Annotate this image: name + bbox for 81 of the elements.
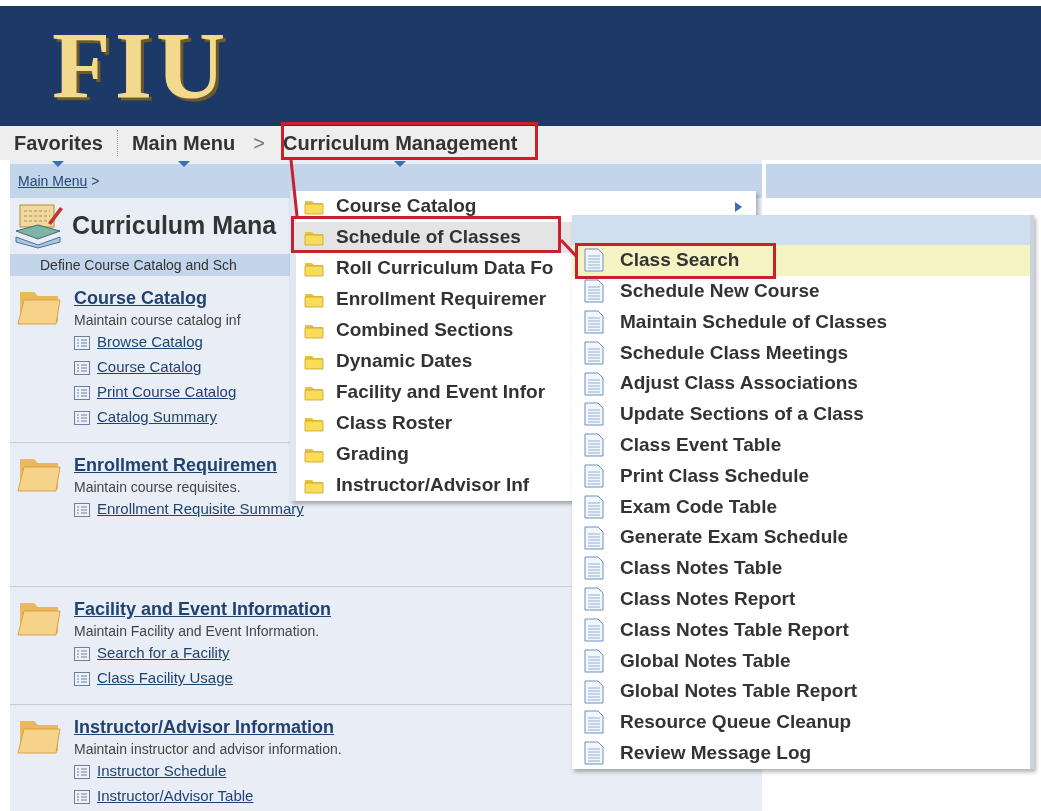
section-description: Maintain course catalog inf — [74, 311, 241, 330]
section-link[interactable]: Class Facility Usage — [97, 667, 233, 690]
folder-icon — [304, 353, 324, 370]
section-title-link[interactable]: Instructor/Advisor Information — [74, 715, 342, 739]
folder-icon — [304, 384, 324, 401]
breadcrumb-separator: > — [91, 171, 100, 191]
folder-icon — [304, 477, 324, 494]
folder-icon — [304, 229, 324, 246]
document-icon — [584, 648, 604, 673]
submenu-item[interactable]: Review Message Log — [572, 737, 1030, 769]
document-icon — [584, 433, 604, 458]
document-icon — [584, 525, 604, 550]
submenu-item[interactable]: Exam Code Table — [572, 491, 1030, 523]
list-icon — [74, 789, 90, 804]
submenu-item[interactable]: Schedule New Course — [572, 275, 1030, 307]
folder-icon — [304, 198, 324, 215]
nav-menu[interactable]: Main Menu — [131, 128, 236, 158]
list-icon — [74, 646, 90, 661]
folder-icon — [304, 260, 324, 277]
folder-icon — [304, 322, 324, 339]
submenu-item[interactable]: Class Notes Table Report — [572, 614, 1030, 646]
section-link[interactable]: Instructor Schedule — [97, 760, 227, 783]
document-icon — [584, 556, 604, 581]
document-icon — [584, 617, 604, 642]
document-icon — [584, 279, 604, 304]
document-icon — [584, 340, 604, 365]
list-icon — [74, 671, 90, 686]
section-description: Maintain Facility and Event Information. — [74, 622, 321, 641]
folder-icon — [304, 415, 324, 432]
submenu-item[interactable]: Schedule Class Meetings — [572, 337, 1030, 369]
submenu-item[interactable]: Maintain Schedule of Classes — [572, 306, 1030, 338]
submenu-item[interactable]: Adjust Class Associations — [572, 368, 1030, 399]
breadcrumb-link[interactable]: Main Menu — [18, 170, 88, 192]
submenu-item[interactable]: Class Notes Table — [572, 552, 1030, 584]
submenu-item[interactable]: Global Notes Table — [572, 645, 1030, 677]
list-icon — [74, 502, 90, 517]
page-description: Define Course Catalog and Sch — [40, 255, 237, 275]
list-icon — [74, 335, 90, 350]
list-icon — [74, 764, 90, 779]
section-link[interactable]: Browse Catalog — [97, 331, 203, 354]
section-link[interactable]: Search for a Facility — [97, 642, 230, 665]
document-icon — [584, 587, 604, 612]
document-icon — [584, 463, 604, 488]
section-link[interactable]: Course Catalog — [97, 356, 202, 379]
submenu-item[interactable]: Update Sections of a Class — [572, 399, 1030, 430]
nav-separator: > — [253, 131, 265, 156]
section-link[interactable]: Catalog Summary — [97, 406, 218, 429]
document-icon — [584, 710, 604, 735]
section-title-link[interactable]: Course Catalog — [74, 286, 241, 310]
section-description: Maintain course requisites. — [74, 478, 242, 497]
folder-icon — [304, 291, 324, 308]
nav-menu[interactable]: Favorites — [14, 128, 103, 158]
folder-icon — [304, 446, 324, 463]
document-icon — [584, 494, 604, 519]
list-icon — [74, 385, 90, 400]
submenu-item[interactable]: Global Notes Table Report — [572, 676, 1030, 707]
page-title: Curriculum Mana — [72, 210, 277, 242]
leader-line — [559, 238, 578, 258]
section-description: Maintain instructor and advisor information. — [74, 740, 342, 759]
section-link[interactable]: Print Course Catalog — [97, 381, 237, 404]
document-icon — [584, 310, 604, 334]
logo: FIU — [52, 18, 230, 114]
document-icon — [584, 248, 604, 273]
books-icon — [14, 203, 64, 249]
section-link[interactable]: Instructor/Advisor Table — [97, 785, 254, 808]
submenu-item[interactable]: Generate Exam Schedule — [572, 522, 1030, 553]
section-link[interactable]: Enrollment Requisite Summary — [97, 498, 304, 521]
submenu-item[interactable]: Resource Queue Cleanup — [572, 706, 1030, 738]
document-icon — [584, 679, 604, 704]
nav-menu[interactable]: Curriculum Management — [282, 128, 518, 158]
list-icon — [74, 410, 90, 425]
list-icon — [74, 360, 90, 375]
submenu-item[interactable]: Print Class Schedule — [572, 460, 1030, 492]
document-icon — [584, 371, 604, 396]
submenu-item[interactable]: Class Search — [572, 245, 1030, 276]
document-icon — [584, 402, 604, 427]
submenu-item[interactable]: Class Notes Report — [572, 583, 1030, 615]
leader-line — [289, 159, 299, 217]
submenu-item[interactable]: Class Event Table — [572, 429, 1030, 461]
section-title-link[interactable]: Facility and Event Information — [74, 597, 332, 621]
document-icon — [584, 741, 604, 766]
